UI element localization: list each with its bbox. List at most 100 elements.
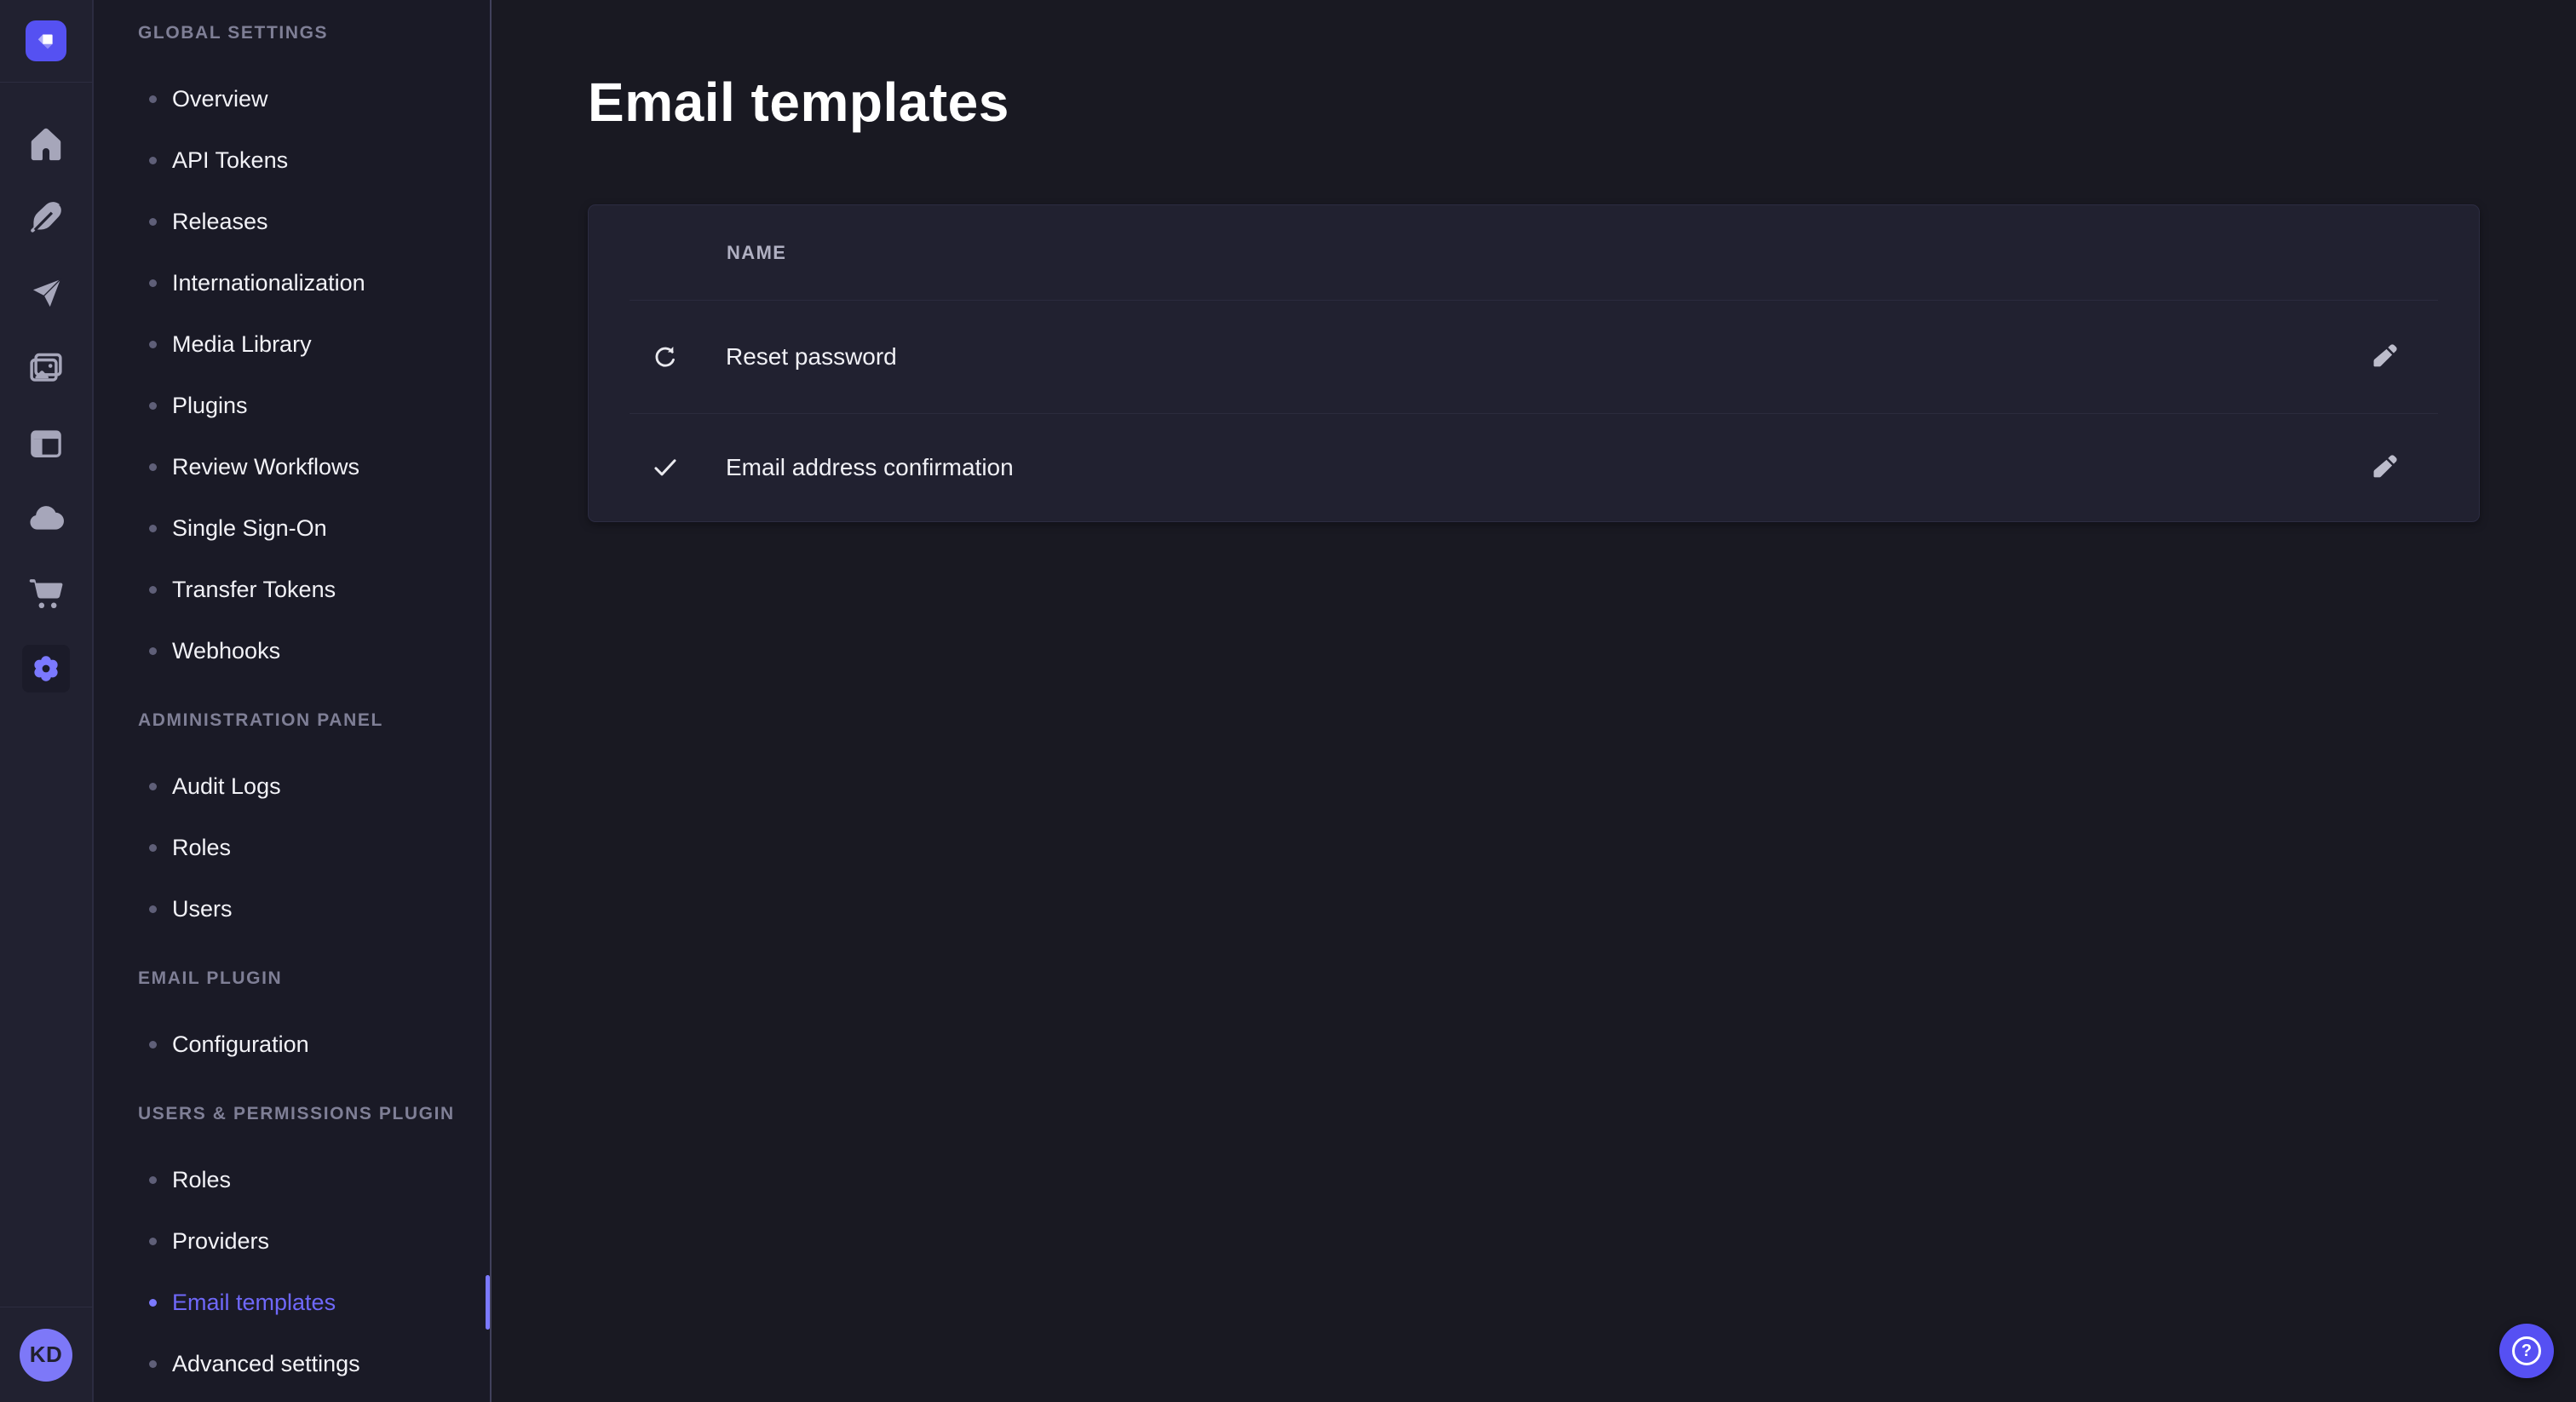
- edit-template-button[interactable]: [2364, 336, 2405, 377]
- bullet-icon: [149, 1360, 157, 1368]
- bullet-icon: [149, 1299, 157, 1307]
- avatar-initials: KD: [30, 1342, 63, 1368]
- sidebar-item-audit-logs[interactable]: Audit Logs: [94, 756, 490, 817]
- active-indicator-bar: [486, 1275, 490, 1330]
- logo-section: [0, 0, 92, 83]
- bullet-icon: [149, 1176, 157, 1184]
- help-button[interactable]: ?: [2499, 1324, 2554, 1378]
- sidebar-item-transfer-tokens[interactable]: Transfer Tokens: [94, 559, 490, 620]
- bullet-icon: [149, 586, 157, 594]
- sidebar-item-up-roles[interactable]: Roles: [94, 1149, 490, 1210]
- pencil-icon: [2369, 342, 2400, 372]
- settings-gear-icon: [26, 649, 66, 688]
- template-name: Email address confirmation: [726, 454, 1014, 481]
- bullet-icon: [149, 402, 157, 410]
- subnav-section-users-permissions-plugin: USERS & PERMISSIONS PLUGIN Roles Provide…: [94, 1103, 490, 1394]
- bullet-icon: [149, 647, 157, 655]
- bullet-icon: [149, 95, 157, 103]
- feather-icon: [26, 199, 66, 238]
- media-library-button[interactable]: [22, 345, 70, 393]
- sidebar-item-label: Transfer Tokens: [172, 577, 336, 603]
- table-header-row: NAME: [589, 205, 2479, 300]
- bullet-icon: [149, 783, 157, 790]
- sidebar-section-title: USERS & PERMISSIONS PLUGIN: [138, 1103, 490, 1125]
- template-name: Reset password: [726, 343, 897, 371]
- media-library-icon: [26, 349, 66, 388]
- subnav-section-global-settings: GLOBAL SETTINGS Overview API Tokens Rele…: [94, 22, 490, 681]
- main-content: Email templates NAME Reset password: [492, 0, 2576, 1402]
- sidebar-item-email-configuration[interactable]: Configuration: [94, 1014, 490, 1075]
- sidebar-item-label: Email templates: [172, 1290, 336, 1316]
- sidebar-item-label: Webhooks: [172, 638, 280, 664]
- sidebar-item-label: Internationalization: [172, 270, 365, 296]
- sidebar-item-releases[interactable]: Releases: [94, 191, 490, 252]
- table-row[interactable]: Reset password: [589, 301, 2479, 413]
- marketplace-button[interactable]: [22, 570, 70, 618]
- sidebar-item-api-tokens[interactable]: API Tokens: [94, 129, 490, 191]
- strapi-logo[interactable]: [26, 20, 66, 61]
- sidebar-section-title: EMAIL PLUGIN: [138, 968, 490, 990]
- email-templates-table: NAME Reset password: [588, 204, 2480, 522]
- edit-template-button[interactable]: [2364, 447, 2405, 488]
- sidebar-item-providers[interactable]: Providers: [94, 1210, 490, 1272]
- sidebar-item-internationalization[interactable]: Internationalization: [94, 252, 490, 313]
- subnav-section-administration-panel: ADMINISTRATION PANEL Audit Logs Roles Us…: [94, 710, 490, 939]
- bullet-icon: [149, 218, 157, 226]
- sidebar-item-label: API Tokens: [172, 147, 288, 174]
- sidebar-item-label: Advanced settings: [172, 1351, 360, 1377]
- bullet-icon: [149, 157, 157, 164]
- sidebar-item-advanced-settings[interactable]: Advanced settings: [94, 1333, 490, 1394]
- cloud-icon: [26, 499, 66, 538]
- deploy-cloud-button[interactable]: [22, 495, 70, 543]
- sidebar-item-label: Providers: [172, 1228, 269, 1255]
- sidebar-item-label: Releases: [172, 209, 268, 235]
- sidebar-item-email-templates[interactable]: Email templates: [94, 1272, 490, 1333]
- sidebar-item-label: Review Workflows: [172, 454, 359, 480]
- bullet-icon: [149, 1238, 157, 1245]
- sidebar-item-label: Single Sign-On: [172, 515, 327, 542]
- column-header-name: NAME: [727, 242, 786, 264]
- sidebar-item-admin-users[interactable]: Users: [94, 878, 490, 939]
- sidebar-item-label: Audit Logs: [172, 773, 281, 800]
- paper-plane-icon: [27, 275, 65, 313]
- sidebar-item-webhooks[interactable]: Webhooks: [94, 620, 490, 681]
- subnav-section-email-plugin: EMAIL PLUGIN Configuration: [94, 968, 490, 1075]
- sidebar-item-overview[interactable]: Overview: [94, 68, 490, 129]
- sidebar-item-admin-roles[interactable]: Roles: [94, 817, 490, 878]
- sidebar-item-media-library[interactable]: Media Library: [94, 313, 490, 375]
- content-type-builder-button[interactable]: [22, 420, 70, 468]
- sidebar-section-title: ADMINISTRATION PANEL: [138, 710, 490, 732]
- sidebar-item-review-workflows[interactable]: Review Workflows: [94, 436, 490, 497]
- bullet-icon: [149, 463, 157, 471]
- sidebar-item-single-sign-on[interactable]: Single Sign-On: [94, 497, 490, 559]
- settings-subnav: GLOBAL SETTINGS Overview API Tokens Rele…: [94, 0, 492, 1402]
- sidebar-item-label: Plugins: [172, 393, 248, 419]
- icon-rail: KD: [0, 0, 94, 1402]
- layout-icon: [27, 425, 65, 463]
- sidebar-item-label: Roles: [172, 1167, 231, 1193]
- refresh-icon: [651, 342, 680, 371]
- rail-footer: KD: [0, 1307, 92, 1402]
- settings-button[interactable]: [22, 645, 70, 692]
- bullet-icon: [149, 844, 157, 852]
- home-button[interactable]: [22, 120, 70, 168]
- table-row[interactable]: Email address confirmation: [589, 414, 2479, 521]
- bullet-icon: [149, 279, 157, 287]
- check-icon: [651, 453, 680, 482]
- cart-icon: [26, 574, 66, 613]
- sidebar-item-label: Configuration: [172, 1031, 309, 1058]
- pencil-icon: [2369, 452, 2400, 483]
- sidebar-item-label: Media Library: [172, 331, 312, 358]
- releases-button[interactable]: [22, 270, 70, 318]
- user-avatar[interactable]: KD: [20, 1329, 72, 1382]
- strapi-logo-icon: [33, 28, 59, 54]
- home-icon: [26, 124, 66, 164]
- bullet-icon: [149, 341, 157, 348]
- content-manager-button[interactable]: [22, 195, 70, 243]
- rail-icon-list: [0, 83, 92, 692]
- sidebar-item-label: Users: [172, 896, 233, 922]
- sidebar-item-label: Overview: [172, 86, 268, 112]
- sidebar-item-plugins[interactable]: Plugins: [94, 375, 490, 436]
- page-title: Email templates: [588, 75, 2576, 129]
- question-mark-glyph: ?: [2521, 1342, 2532, 1359]
